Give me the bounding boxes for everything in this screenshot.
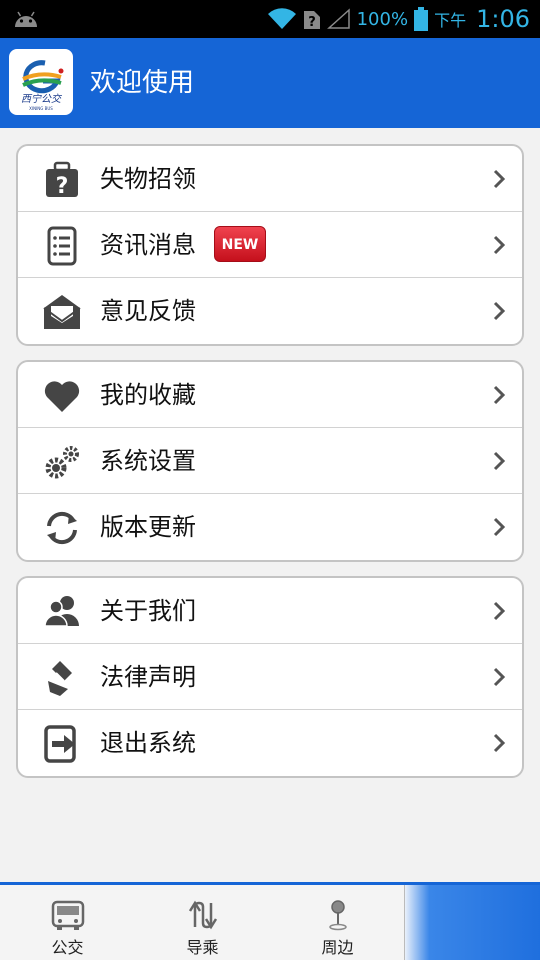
chevron-right-icon — [493, 235, 506, 255]
menu-item-feedback[interactable]: 意见反馈 — [18, 278, 522, 344]
menu-item-label: 关于我们 — [100, 597, 196, 625]
svg-text:?: ? — [56, 174, 69, 199]
android-icon — [15, 11, 37, 27]
menu-item-legal[interactable]: 法律声明 — [18, 644, 522, 710]
tab-transfer[interactable]: 导乘 — [135, 885, 270, 960]
menu-item-update[interactable]: 版本更新 — [18, 494, 522, 560]
tab-nearby[interactable]: 周边 — [270, 885, 405, 960]
menu-item-favorites[interactable]: 我的收藏 — [18, 362, 522, 428]
menu-group-2: 我的收藏 系统设置 版本更新 — [16, 360, 524, 562]
chevron-right-icon — [493, 385, 506, 405]
menu-item-label: 意见反馈 — [100, 297, 196, 325]
wifi-icon — [267, 8, 296, 29]
svg-text:西宁公交: 西宁公交 — [21, 93, 63, 105]
menu-group-1: ? 失物招领 资讯消息 NEW 意见反馈 — [16, 144, 524, 346]
menu-item-exit[interactable]: 退出系统 — [18, 710, 522, 776]
status-bar: ? 100% 下午 1:06 — [0, 0, 540, 38]
chevron-right-icon — [493, 733, 506, 753]
lost-luggage-icon: ? — [46, 161, 78, 199]
location-pin-icon — [328, 900, 347, 931]
exit-icon — [44, 725, 76, 763]
chevron-right-icon — [493, 667, 506, 687]
app-header: 西宁公交 XINING BUS 欢迎使用 — [0, 38, 540, 128]
heart-icon — [44, 381, 80, 412]
menu-item-label: 资讯消息 — [100, 231, 196, 259]
menu-item-lost-found[interactable]: ? 失物招领 — [18, 146, 522, 212]
svg-text:?: ? — [308, 15, 316, 30]
gears-icon — [45, 446, 79, 479]
chevron-right-icon — [493, 169, 506, 189]
transfer-icon — [188, 900, 217, 930]
tab-label: 导乘 — [186, 938, 219, 957]
battery-icon — [414, 7, 429, 31]
tab-label: 公交 — [51, 938, 84, 957]
svg-text:XINING BUS: XINING BUS — [29, 106, 53, 111]
chevron-right-icon — [493, 301, 506, 321]
menu-group-3: 关于我们 法律声明 退出系统 — [16, 576, 524, 778]
refresh-icon — [47, 511, 77, 545]
battery-percent: 100% — [356, 8, 409, 30]
menu-item-news[interactable]: 资讯消息 NEW — [18, 212, 522, 278]
new-badge: NEW — [214, 226, 266, 262]
tab-bus[interactable]: 公交 — [0, 885, 135, 960]
chevron-right-icon — [493, 517, 506, 537]
clock: 1:06 — [476, 5, 530, 33]
app-logo: 西宁公交 XINING BUS — [9, 49, 73, 115]
news-document-icon — [47, 226, 77, 266]
menu-item-settings[interactable]: 系统设置 — [18, 428, 522, 494]
no-sim-icon: ? — [303, 11, 320, 30]
menu-item-label: 系统设置 — [100, 447, 196, 475]
menu-item-label: 退出系统 — [100, 729, 196, 757]
menu-item-about[interactable]: 关于我们 — [18, 578, 522, 644]
tab-active-area[interactable] — [404, 885, 540, 960]
menu-item-label: 版本更新 — [100, 513, 196, 541]
bus-icon — [51, 900, 84, 930]
users-icon — [44, 596, 79, 627]
chevron-right-icon — [493, 601, 506, 621]
signal-icon — [326, 8, 350, 29]
menu-item-label: 失物招领 — [100, 165, 196, 193]
menu-item-label: 我的收藏 — [100, 381, 196, 409]
tab-label: 周边 — [321, 938, 354, 957]
menu-item-label: 法律声明 — [100, 663, 196, 691]
time-ampm: 下午 — [434, 11, 467, 30]
bottom-nav: 公交 导乘 周边 — [0, 882, 540, 960]
page-title: 欢迎使用 — [90, 68, 195, 98]
feedback-mail-icon — [43, 295, 81, 329]
law-icon — [48, 661, 72, 696]
chevron-right-icon — [493, 451, 506, 471]
